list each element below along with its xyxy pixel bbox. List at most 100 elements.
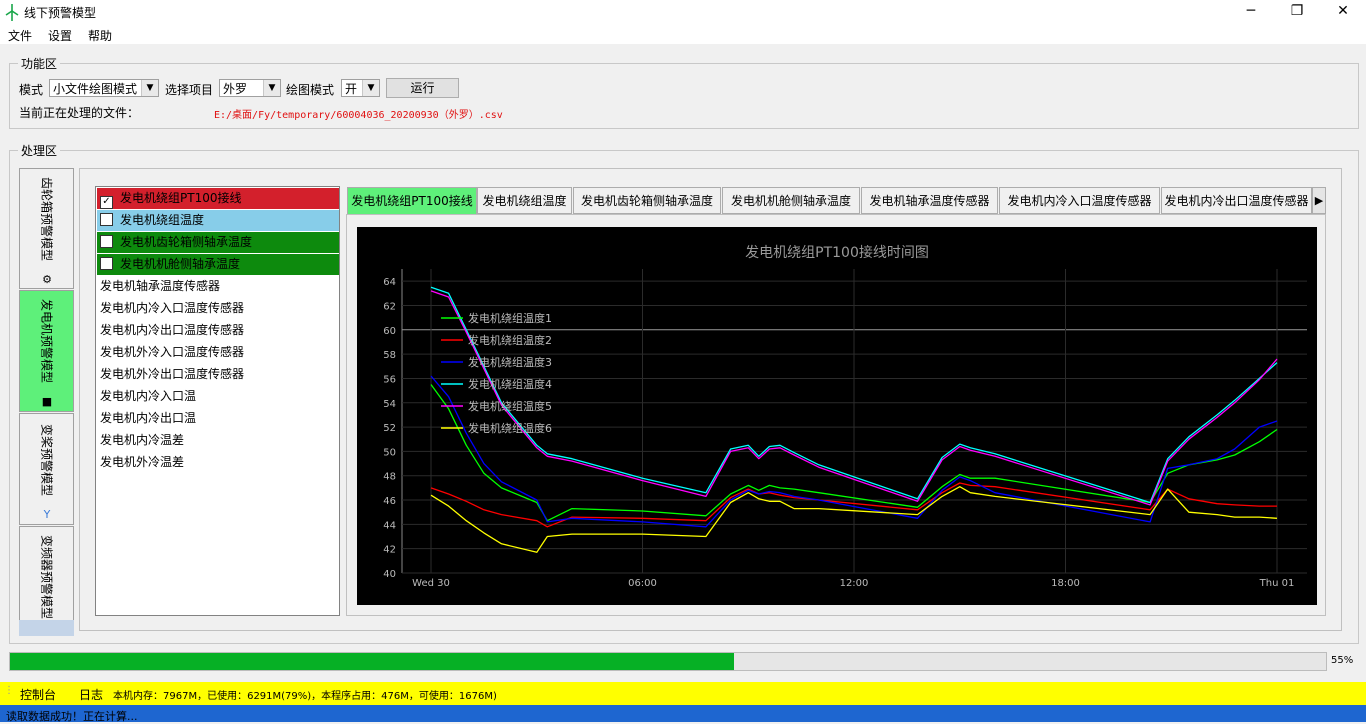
list-item-label: 发电机绕组温度 bbox=[120, 213, 205, 227]
list-item[interactable]: 发电机内冷出口温 bbox=[97, 408, 339, 429]
list-item-label: 发电机内冷入口温度传感器 bbox=[100, 301, 245, 315]
processing-area-title: 处理区 bbox=[18, 142, 61, 159]
y-tick-label: 48 bbox=[383, 472, 396, 483]
list-item-label: 发电机外冷温差 bbox=[100, 455, 185, 469]
list-item[interactable]: 发电机内冷温差 bbox=[97, 430, 339, 451]
list-item-label: 发电机绕组PT100接线 bbox=[120, 191, 242, 205]
console-title[interactable]: 控制台 bbox=[20, 686, 56, 703]
tab-1[interactable]: 发电机绕组温度 bbox=[477, 187, 572, 214]
generator-icon: ■ bbox=[41, 395, 53, 408]
mode-label: 模式 bbox=[19, 83, 44, 97]
plot-mode-select[interactable]: 开 ▼ bbox=[341, 79, 380, 97]
x-tick-label: 12:00 bbox=[840, 578, 869, 589]
pitch-icon: Y bbox=[43, 508, 51, 521]
plot-mode-select-value: 开 bbox=[345, 82, 358, 96]
x-tick-label: Wed 30 bbox=[412, 578, 450, 589]
vtab-generator-model[interactable]: 发电机预警模型 ■ bbox=[19, 290, 74, 412]
project-select[interactable]: 外罗 ▼ bbox=[219, 79, 281, 97]
legend-label: 发电机绕组温度6 bbox=[468, 421, 552, 435]
list-item[interactable]: 发电机内冷出口温度传感器 bbox=[97, 320, 339, 341]
list-item[interactable]: 发电机内冷入口温 bbox=[97, 386, 339, 407]
run-button[interactable]: 运行 bbox=[386, 78, 459, 98]
chart-title: 发电机绕组PT100接线时间图 bbox=[745, 244, 929, 261]
menu-file[interactable]: 文件 bbox=[8, 27, 32, 44]
window-title: 线下预警模型 bbox=[24, 6, 97, 20]
tab-2[interactable]: 发电机齿轮箱侧轴承温度 bbox=[573, 187, 721, 214]
y-tick-label: 40 bbox=[383, 569, 396, 580]
y-tick-label: 64 bbox=[383, 277, 396, 288]
log-label[interactable]: 日志 bbox=[79, 686, 103, 703]
list-item-label: 发电机内冷出口温 bbox=[100, 411, 197, 425]
maximize-button[interactable]: ❐ bbox=[1274, 0, 1320, 24]
x-tick-label: 18:00 bbox=[1051, 578, 1080, 589]
status-bar: 读取数据成功！正在计算... bbox=[0, 705, 1366, 723]
current-file-label: 当前正在处理的文件： bbox=[19, 106, 140, 120]
list-item[interactable]: ✓ 发电机绕组PT100接线 bbox=[97, 188, 339, 209]
list-item-label: 发电机内冷温差 bbox=[100, 433, 185, 447]
vtab-converter-label: 变频器预警模型 bbox=[39, 534, 53, 619]
chart-svg: 发电机绕组PT100接线时间图 40 42 44 46 48 50 52 54 56 58 60 62 6… bbox=[383, 244, 1307, 589]
legend-label: 发电机绕组温度3 bbox=[468, 355, 552, 369]
tab-4[interactable]: 发电机轴承温度传感器 bbox=[861, 187, 998, 214]
legend-label: 发电机绕组温度1 bbox=[468, 311, 552, 325]
menu-bar: 文件 设置 帮助 bbox=[0, 24, 1366, 44]
item-list: ✓ 发电机绕组PT100接线 发电机绕组温度发电机齿轮箱侧轴承温度 发电机机舱侧轴承温… bbox=[95, 186, 340, 616]
list-item[interactable]: 发电机轴承温度传感器 bbox=[97, 276, 339, 297]
close-button[interactable]: ✕ bbox=[1320, 0, 1366, 24]
y-tick-label: 62 bbox=[383, 301, 396, 312]
list-item[interactable]: 发电机外冷入口温度传感器 bbox=[97, 342, 339, 363]
legend-label: 发电机绕组温度2 bbox=[468, 333, 552, 347]
y-tick-label: 60 bbox=[383, 326, 396, 337]
current-file-path: E:/桌面/Fy/temporary/60004036_20200930（外罗）… bbox=[214, 110, 503, 121]
chevron-down-icon: ▼ bbox=[141, 80, 158, 96]
mode-select-value: 小文件绘图模式 bbox=[53, 82, 138, 96]
project-label: 选择项目 bbox=[165, 83, 214, 97]
checkbox[interactable] bbox=[100, 257, 113, 270]
legend-label: 发电机绕组温度4 bbox=[468, 377, 552, 391]
console-bar: ⋮ 控制台 日志 本机内存：7967M，已使用：6291M(79%)，本程序占用… bbox=[0, 682, 1366, 705]
list-item-label: 发电机齿轮箱侧轴承温度 bbox=[120, 235, 253, 249]
mode-select[interactable]: 小文件绘图模式 ▼ bbox=[49, 79, 159, 97]
app-logo-icon bbox=[5, 4, 19, 21]
y-tick-label: 44 bbox=[383, 520, 396, 531]
menu-settings[interactable]: 设置 bbox=[48, 27, 72, 44]
legend-label: 发电机绕组温度5 bbox=[468, 399, 552, 413]
tab-3[interactable]: 发电机机舱侧轴承温度 bbox=[722, 187, 860, 214]
progress-fill bbox=[10, 653, 734, 670]
x-tick-label: Thu 01 bbox=[1259, 578, 1295, 589]
checkbox[interactable] bbox=[100, 235, 113, 248]
menu-help[interactable]: 帮助 bbox=[88, 27, 112, 44]
list-item[interactable]: 发电机内冷入口温度传感器 bbox=[97, 298, 339, 319]
list-item[interactable]: 发电机齿轮箱侧轴承温度 bbox=[97, 232, 339, 253]
list-item[interactable]: 发电机机舱侧轴承温度 bbox=[97, 254, 339, 275]
y-tick-label: 46 bbox=[383, 496, 396, 507]
list-item[interactable]: 发电机外冷温差 bbox=[97, 452, 339, 473]
tab-5[interactable]: 发电机内冷入口温度传感器 bbox=[999, 187, 1160, 214]
checkbox-checked[interactable]: ✓ bbox=[100, 196, 113, 209]
plot-mode-label: 绘图模式 bbox=[286, 83, 335, 97]
project-select-value: 外罗 bbox=[223, 82, 248, 96]
vtab-generator-label: 发电机预警模型 bbox=[39, 299, 53, 384]
vtab-gearbox-label: 齿轮箱预警模型 bbox=[39, 176, 53, 261]
gear-icon: ⚙ bbox=[42, 273, 52, 286]
tab-6[interactable]: 发电机内冷出口温度传感器 bbox=[1161, 187, 1312, 214]
list-item-label: 发电机内冷出口温度传感器 bbox=[100, 323, 245, 337]
tab-scroll-right-icon[interactable]: ▶ bbox=[1312, 187, 1326, 214]
vtab-pitch-model[interactable]: 变桨预警模型 Y bbox=[19, 413, 74, 525]
y-tick-label: 54 bbox=[383, 399, 396, 410]
tab-0[interactable]: 发电机绕组PT100接线 bbox=[347, 187, 477, 214]
vtab-pitch-label: 变桨预警模型 bbox=[39, 424, 53, 497]
chevron-down-icon: ▼ bbox=[263, 80, 280, 96]
x-tick-label: 06:00 bbox=[628, 578, 657, 589]
minimize-button[interactable]: ─ bbox=[1228, 0, 1274, 24]
vtab-scroll-area bbox=[19, 620, 74, 636]
title-bar: 线下预警模型 ─ ❐ ✕ bbox=[0, 0, 1366, 24]
chevron-down-icon: ▼ bbox=[362, 80, 379, 96]
list-item-label: 发电机外冷入口温度传感器 bbox=[100, 345, 245, 359]
list-item-label: 发电机机舱侧轴承温度 bbox=[120, 257, 241, 271]
list-item-label: 发电机外冷出口温度传感器 bbox=[100, 367, 245, 381]
checkbox[interactable] bbox=[100, 213, 113, 226]
list-item[interactable]: 发电机绕组温度 bbox=[97, 210, 339, 231]
vtab-gearbox-model[interactable]: 齿轮箱预警模型 ⚙ bbox=[19, 168, 74, 289]
list-item[interactable]: 发电机外冷出口温度传感器 bbox=[97, 364, 339, 385]
